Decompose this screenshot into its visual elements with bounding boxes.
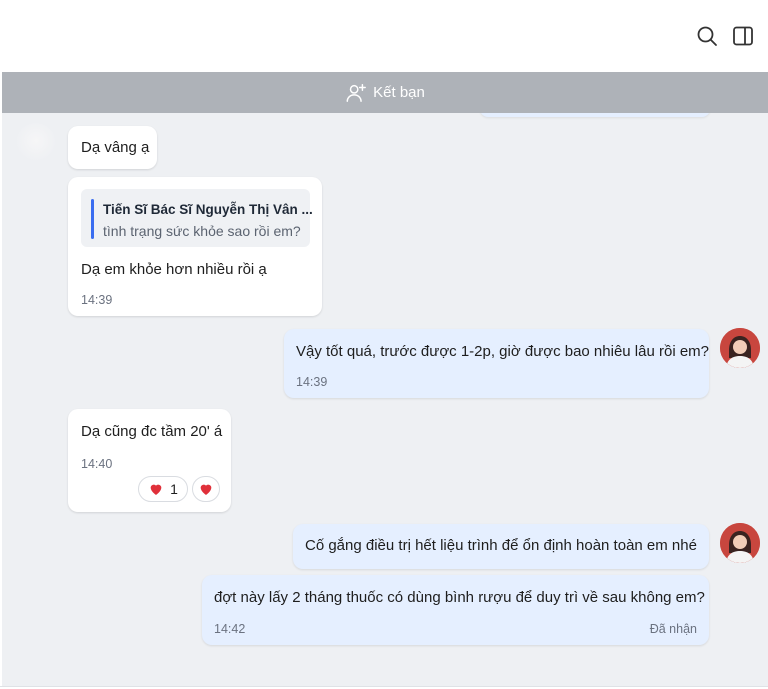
- outgoing-message[interactable]: Cố gắng điều trị hết liệu trình để ổn đị…: [293, 524, 709, 569]
- add-friend-label: Kết bạn: [373, 84, 425, 101]
- message-text: Cố gắng điều trị hết liệu trình để ổn đị…: [305, 537, 697, 554]
- outgoing-message[interactable]: Vậy tốt quá, trước được 1-2p, giờ được b…: [284, 329, 709, 398]
- quote-text: tình trạng sức khỏe sao rồi em?: [103, 223, 301, 239]
- quoted-message[interactable]: Tiến Sĩ Bác Sĩ Nguyễn Thị Vân ... tình t…: [81, 189, 313, 247]
- message-time: 14:42: [214, 622, 246, 636]
- message-time: 14:40: [81, 457, 113, 471]
- message-text: đợt này lấy 2 tháng thuốc có dùng bình r…: [214, 589, 705, 606]
- message-time: 14:39: [81, 293, 113, 307]
- reaction-summary[interactable]: 1: [138, 476, 188, 502]
- sender-avatar[interactable]: [720, 328, 760, 368]
- incoming-message[interactable]: Dạ vâng ạ: [68, 126, 157, 169]
- message-text: Dạ cũng đc tầm 20' á: [81, 423, 223, 440]
- add-friend-button[interactable]: Kết bạn: [2, 72, 768, 113]
- chat-header: [0, 0, 768, 72]
- search-icon[interactable]: [695, 24, 719, 48]
- message-text: Dạ vâng ạ: [81, 139, 150, 156]
- message-list[interactable]: Dạ vâng ạ Tiến Sĩ Bác Sĩ Nguyễn Thị Vân …: [2, 113, 768, 686]
- outgoing-message[interactable]: đợt này lấy 2 tháng thuốc có dùng bình r…: [202, 575, 709, 645]
- incoming-message[interactable]: Dạ cũng đc tầm 20' á 14:40 1: [68, 409, 231, 512]
- incoming-message[interactable]: Tiến Sĩ Bác Sĩ Nguyễn Thị Vân ... tình t…: [68, 177, 322, 316]
- heart-icon: [150, 484, 162, 495]
- message-text: Vậy tốt quá, trước được 1-2p, giờ được b…: [296, 343, 710, 360]
- quote-sender: Tiến Sĩ Bác Sĩ Nguyễn Thị Vân ...: [103, 202, 313, 217]
- previous-message-bubble: [480, 113, 710, 117]
- reaction-count: 1: [170, 481, 178, 497]
- sidebar-toggle-icon[interactable]: [731, 24, 755, 48]
- delivery-status: Đã nhận: [649, 622, 697, 636]
- quote-accent-bar: [91, 199, 94, 239]
- heart-icon: [200, 484, 212, 495]
- sender-avatar[interactable]: [720, 523, 760, 563]
- message-text: Dạ em khỏe hơn nhiều rồi ạ: [81, 261, 267, 278]
- react-button[interactable]: [192, 476, 220, 502]
- contact-avatar[interactable]: [16, 123, 56, 163]
- add-friend-icon: [346, 83, 367, 102]
- message-time: 14:39: [296, 375, 328, 389]
